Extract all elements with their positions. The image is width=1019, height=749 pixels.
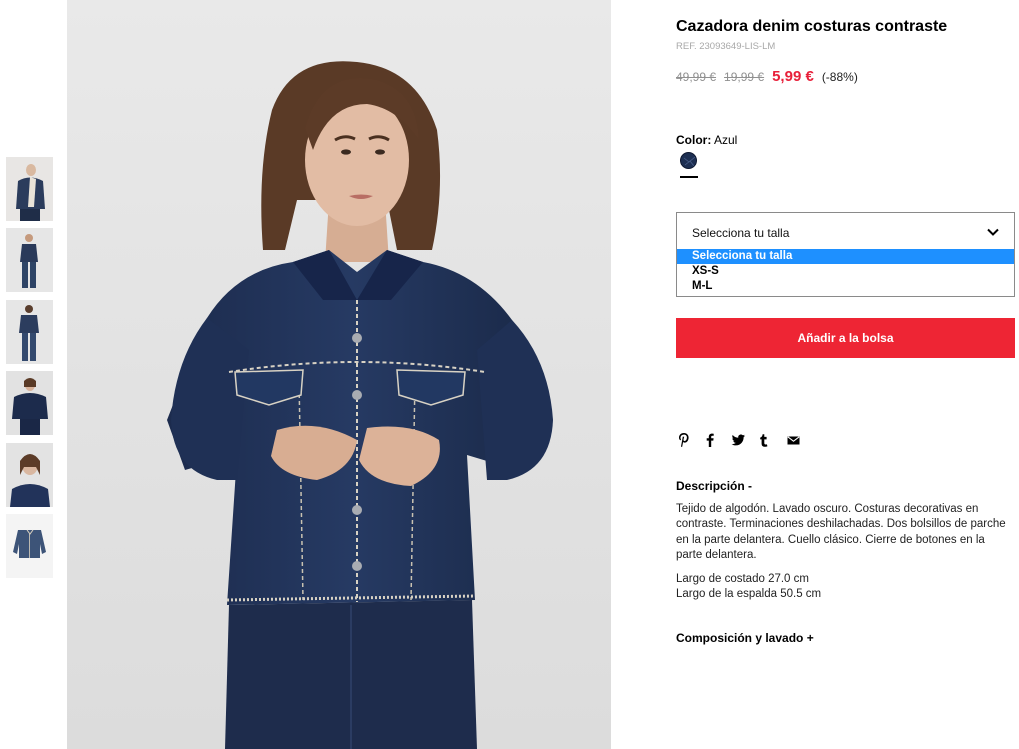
original-price: 49,99 €: [676, 70, 717, 84]
dimensions: Largo de costado 27.0 cm Largo de la esp…: [676, 572, 821, 603]
email-icon[interactable]: [787, 432, 801, 448]
chevron-down-icon: [987, 228, 999, 236]
color-value: Azul: [714, 133, 738, 147]
composition-toggle[interactable]: Composición y lavado +: [676, 631, 814, 645]
twitter-icon[interactable]: [731, 432, 745, 448]
product-reference: REF. 23093649-LIS-LM: [676, 41, 776, 52]
tumblr-icon[interactable]: [759, 432, 773, 448]
facebook-icon[interactable]: [705, 432, 719, 448]
current-price: 5,99 €: [772, 68, 814, 85]
size-option-m-l[interactable]: M-L: [677, 279, 1014, 294]
size-select[interactable]: Selecciona tu talla: [676, 212, 1015, 250]
thumbnail-5[interactable]: [6, 443, 53, 507]
size-dropdown-list: Selecciona tu talla XS-S M-L: [676, 249, 1015, 297]
thumbnail-4[interactable]: [6, 371, 53, 435]
color-label: Color:: [676, 133, 712, 147]
selected-swatch-indicator: [680, 176, 698, 178]
thumbnail-2[interactable]: [6, 228, 53, 292]
pinterest-icon[interactable]: [678, 432, 692, 448]
size-option-placeholder[interactable]: Selecciona tu talla: [677, 249, 1014, 264]
size-option-xs-s[interactable]: XS-S: [677, 264, 1014, 279]
description-text: Tejido de algodón. Lavado oscuro. Costur…: [676, 503, 1006, 561]
length-back: Largo de la espalda 50.5 cm: [676, 588, 822, 601]
color-label-row: Color: Azul: [676, 133, 737, 147]
previous-price: 19,99 €: [724, 70, 765, 84]
price-block: 49,99 € 19,99 € 5,99 € (-88%): [676, 68, 858, 85]
add-to-bag-button[interactable]: Añadir a la bolsa: [676, 318, 1015, 358]
color-swatch-azul[interactable]: [680, 152, 697, 169]
size-select-value: Selecciona tu talla: [692, 226, 790, 240]
thumbnail-3[interactable]: [6, 300, 53, 364]
thumbnail-6[interactable]: [6, 514, 53, 578]
thumbnail-1[interactable]: [6, 157, 53, 221]
description-toggle[interactable]: Descripción -: [676, 479, 752, 493]
product-main-image[interactable]: [67, 0, 611, 749]
discount-badge: (-88%): [821, 70, 858, 84]
product-title: Cazadora denim costuras contraste: [676, 18, 948, 35]
length-side: Largo de costado 27.0 cm: [676, 573, 809, 585]
